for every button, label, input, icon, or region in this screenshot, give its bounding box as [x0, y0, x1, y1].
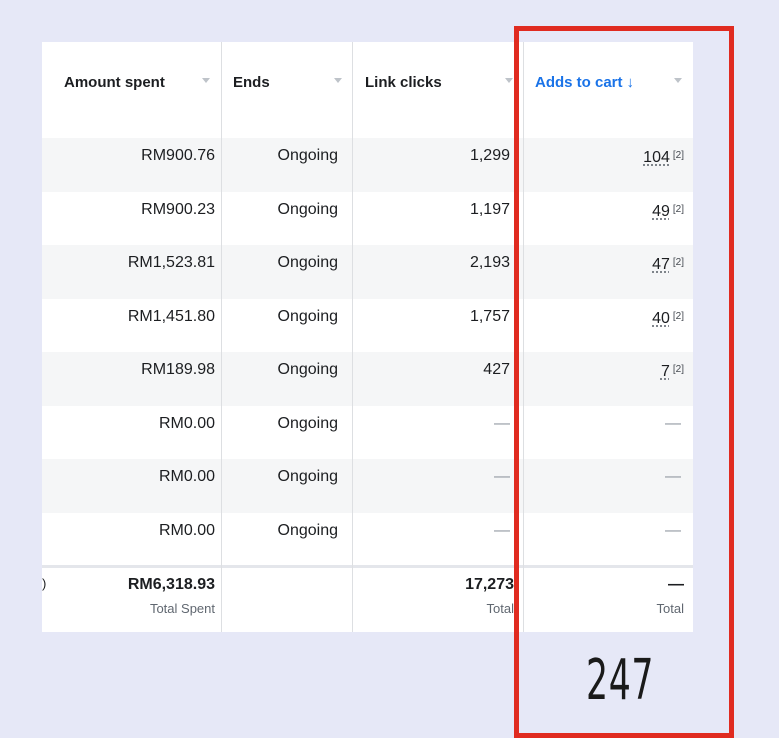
ends-cell: Ongoing	[277, 307, 339, 325]
link-clicks-cell: 1,197	[469, 200, 510, 218]
truncated-left-cell: )	[42, 576, 47, 591]
amount-spent-cell: RM0.00	[158, 468, 215, 485]
ends-cell: Ongoing	[277, 521, 339, 539]
amount-spent-cell: RM900.76	[141, 147, 215, 164]
link-clicks-cell: 2,193	[469, 254, 510, 271]
link-clicks-cell: —	[494, 414, 510, 432]
highlight-annotation-box	[514, 26, 734, 738]
ends-cell: Ongoing	[277, 468, 339, 485]
column-header-label: Link clicks	[365, 73, 442, 91]
amount-spent-cell: RM1,451.80	[127, 307, 215, 325]
sort-caret-icon[interactable]	[202, 78, 210, 83]
link-clicks-cell: —	[494, 468, 510, 485]
column-header-label: Amount spent	[64, 73, 165, 91]
link-clicks-cell: —	[494, 521, 510, 539]
column-divider[interactable]	[221, 42, 222, 632]
link-clicks-cell: 1,757	[469, 307, 510, 325]
sort-caret-icon[interactable]	[505, 78, 513, 83]
total-adds-annotation: 247	[586, 648, 655, 713]
amount-spent-cell: RM1,523.81	[127, 254, 215, 271]
ends-cell: Ongoing	[277, 361, 339, 378]
ends-cell: Ongoing	[277, 254, 339, 271]
ends-cell: Ongoing	[277, 200, 339, 218]
column-header-ends[interactable]: Ends	[212, 42, 352, 122]
column-header-label: Ends	[233, 73, 270, 91]
total-link-clicks-label: Total	[486, 601, 514, 616]
total-spent-value: RM6,318.93	[127, 576, 215, 593]
link-clicks-cell: 1,299	[469, 147, 510, 164]
sort-caret-icon[interactable]	[334, 78, 342, 83]
column-header-amount-spent[interactable]: Amount spent	[42, 42, 221, 122]
ends-cell: Ongoing	[277, 414, 339, 432]
column-header-link-clicks[interactable]: Link clicks	[344, 42, 514, 122]
amount-spent-cell: RM0.00	[158, 521, 215, 539]
column-divider[interactable]	[352, 42, 353, 632]
total-spent-label: Total Spent	[149, 601, 215, 616]
amount-spent-cell: RM0.00	[158, 414, 215, 432]
total-link-clicks-value: 17,273	[465, 576, 514, 593]
link-clicks-cell: 427	[483, 361, 510, 378]
ends-cell: Ongoing	[277, 147, 339, 164]
amount-spent-cell: RM900.23	[141, 200, 215, 218]
amount-spent-cell: RM189.98	[141, 361, 215, 378]
